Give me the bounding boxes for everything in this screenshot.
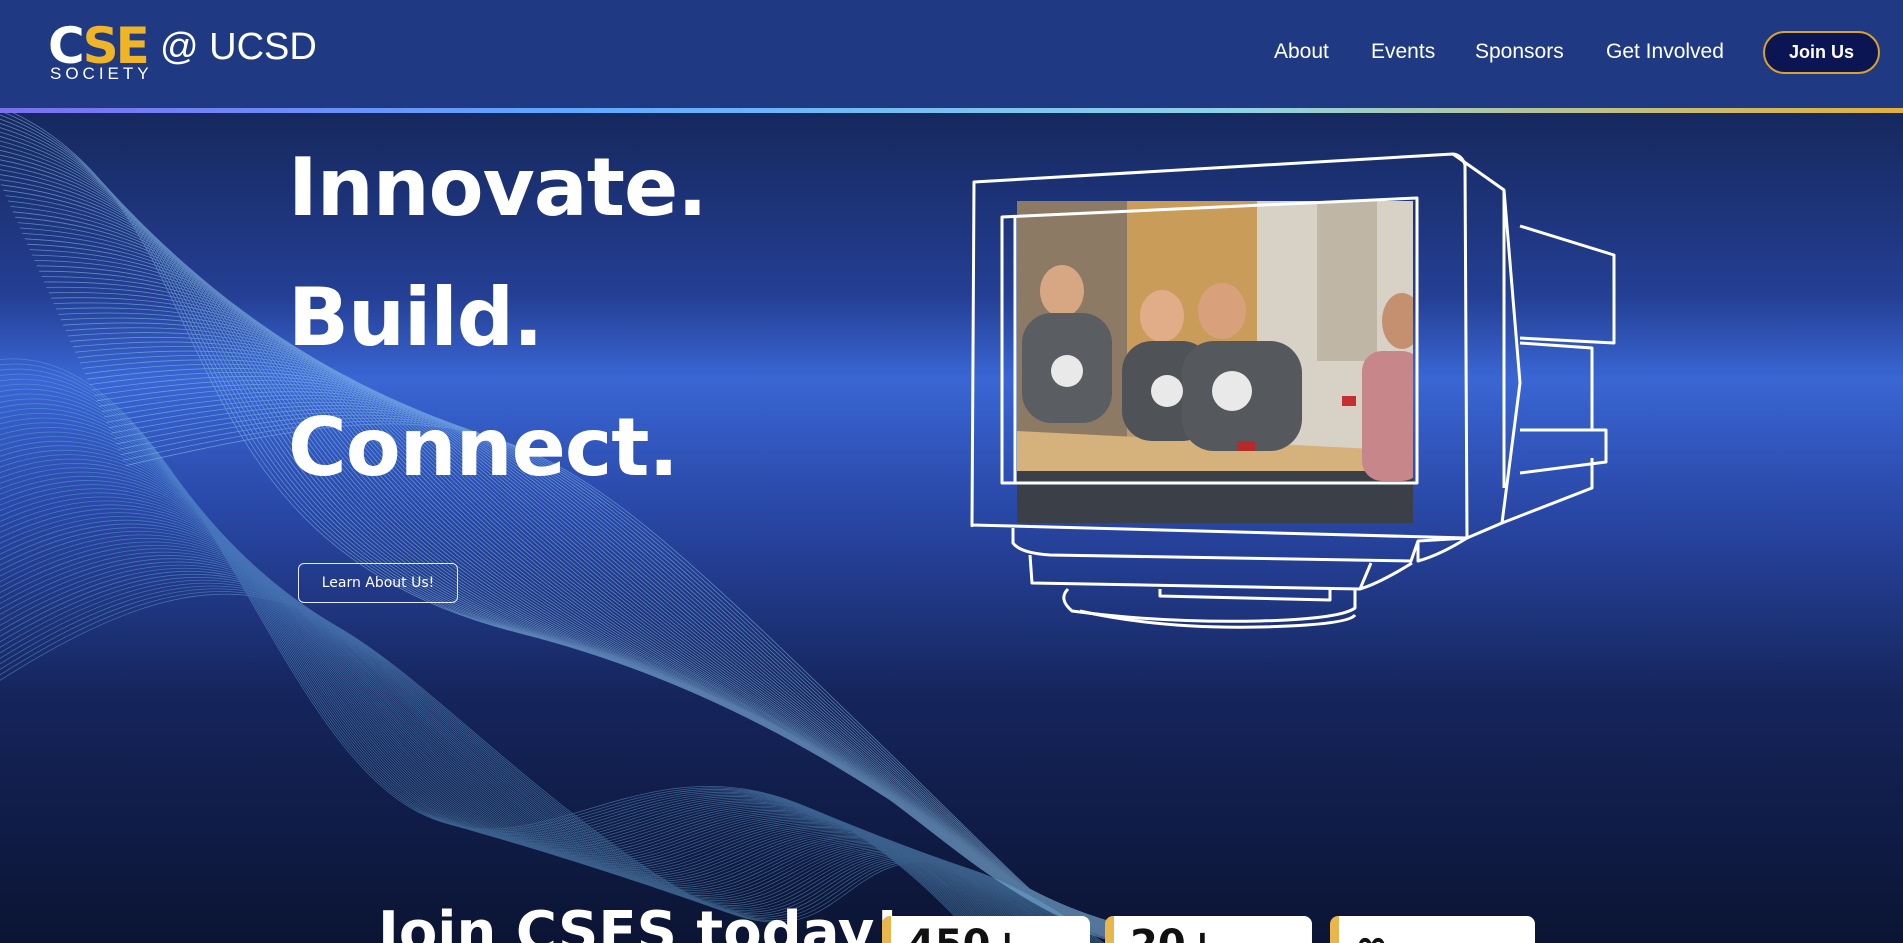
wave-line bbox=[0, 541, 1069, 943]
nav-sponsors-link[interactable]: Sponsors bbox=[1475, 40, 1564, 64]
wave-line bbox=[0, 504, 1048, 943]
wave-line bbox=[0, 492, 1042, 943]
crt-monitor-icon bbox=[970, 152, 1616, 629]
wave-line bbox=[0, 515, 1054, 943]
wave-line bbox=[0, 555, 1077, 943]
wave-line bbox=[0, 551, 1075, 943]
join-section-title: Join CSES today! bbox=[378, 900, 900, 943]
logo-ucsd-text: @ UCSD bbox=[160, 26, 317, 68]
stat-card-opportunities: ∞ bbox=[1330, 916, 1535, 943]
nav-get-involved-link[interactable]: Get Involved bbox=[1606, 40, 1724, 64]
wave-line bbox=[0, 427, 1010, 943]
wave-line bbox=[0, 571, 1088, 943]
wave-line bbox=[0, 561, 1082, 943]
stat-value: 450+ bbox=[907, 922, 1024, 943]
hero-section: Innovate. Build. Connect. Learn About Us… bbox=[0, 113, 1903, 943]
hero-line-connect: Connect. bbox=[288, 401, 679, 494]
wave-line bbox=[0, 480, 1035, 943]
nav-about-link[interactable]: About bbox=[1274, 40, 1329, 64]
wave-line bbox=[0, 488, 1040, 943]
logo-society-text: SOCIETY bbox=[50, 64, 153, 83]
site-header: CSE SOCIETY @ UCSD About Events Sponsors… bbox=[0, 0, 1903, 109]
wave-line bbox=[0, 567, 1086, 943]
wave-line bbox=[0, 523, 1058, 943]
join-us-button[interactable]: Join Us bbox=[1763, 31, 1880, 74]
hero-line-build: Build. bbox=[288, 271, 543, 364]
wave-line bbox=[0, 537, 1067, 943]
wave-line bbox=[0, 441, 1016, 943]
wave-line bbox=[0, 564, 1084, 943]
hero-line-innovate: Innovate. bbox=[288, 141, 708, 234]
wave-line bbox=[0, 500, 1046, 943]
stat-card-events: 20+ bbox=[1105, 916, 1312, 943]
learn-about-us-button[interactable]: Learn About Us! bbox=[298, 563, 458, 603]
wave-line bbox=[0, 527, 1061, 943]
nav-events-link[interactable]: Events bbox=[1371, 40, 1435, 64]
stat-value: 20+ bbox=[1130, 922, 1219, 943]
cses-logo[interactable]: CSE SOCIETY @ UCSD bbox=[48, 20, 318, 83]
wave-line bbox=[0, 558, 1079, 943]
wave-line bbox=[0, 593, 1105, 943]
wave-line bbox=[0, 454, 1023, 943]
stat-value: ∞ bbox=[1355, 922, 1388, 943]
wave-line bbox=[0, 431, 1012, 943]
stat-card-members: 450+ bbox=[882, 916, 1090, 943]
wave-line bbox=[0, 445, 1019, 943]
